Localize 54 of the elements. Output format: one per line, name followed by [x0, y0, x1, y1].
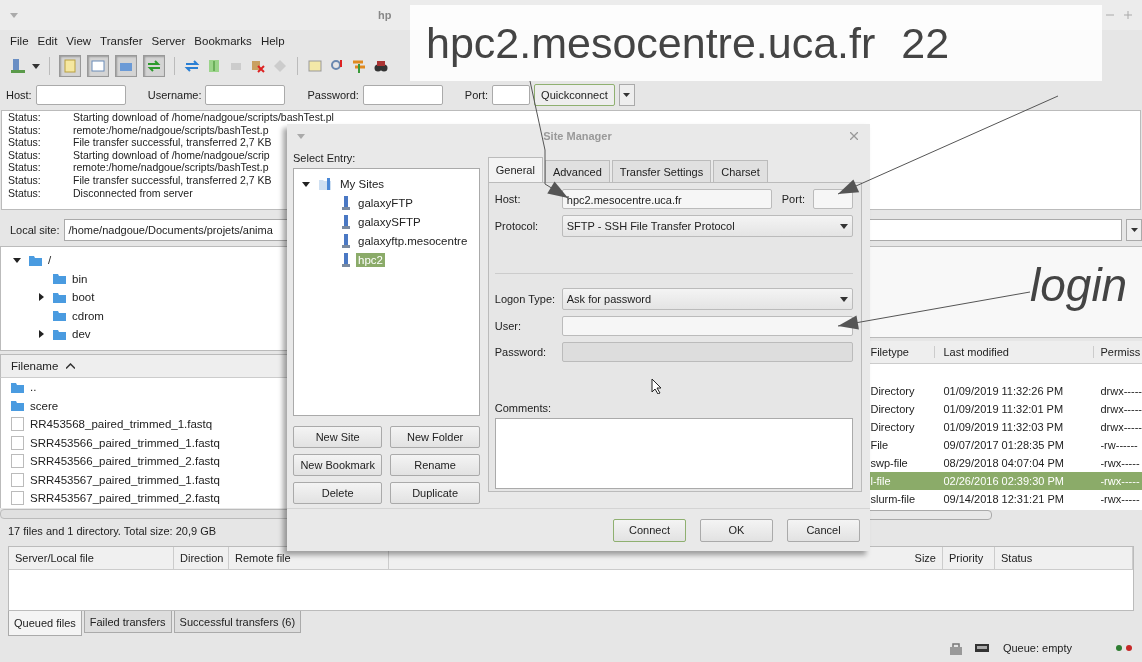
log-message: Starting download of /home/nadgoue/scripts/bashTest.pl: [73, 111, 334, 124]
log-label: Status:: [8, 173, 42, 187]
field-label: Username:: [147, 89, 202, 101]
log-message: File transfer successful, transferred 2,7 KB: [73, 136, 272, 149]
table-cell-text: swp-file: [869, 457, 909, 469]
table-cell-text: drwx-----: [1099, 403, 1142, 415]
field-label: Port:: [781, 193, 805, 206]
table-cell-text: 08/29/2018 04:07:04 PM: [942, 457, 1065, 469]
log-message: File transfer successful, transferred 2,7 KB: [73, 173, 272, 187]
log-message: remote:/home/nadgoue/scripts/bashTest.p: [73, 123, 269, 137]
table-cell-text: 01/09/2019 11:32:03 PM: [942, 421, 1065, 433]
callout-port: 22: [901, 18, 950, 68]
log-message: Starting download of /home/nadgoue/scrip: [73, 148, 270, 162]
field-label: Select Entry:: [293, 152, 357, 164]
field-label: Logon Type:: [494, 293, 557, 306]
table-cell-text: 01/09/2019 11:32:01 PM: [942, 403, 1065, 415]
log-label: Status:: [8, 111, 42, 124]
table-cell-text: Directory: [869, 421, 916, 433]
log-message: remote:/home/nadgoue/scripts/bashTest.p: [73, 161, 269, 174]
table-cell-text: Directory: [869, 403, 916, 415]
local-summary: 17 files and 1 directory. Total size: 20,9 GB: [7, 524, 218, 539]
table-cell-text: -rwx-----: [1099, 475, 1141, 487]
field-label: Port:: [464, 89, 489, 101]
table-cell-text: drwx-----: [1099, 421, 1142, 433]
field-label: Comments:: [494, 402, 552, 415]
field-label: Password:: [307, 89, 359, 101]
table-cell-text: l-file: [869, 475, 892, 487]
queue-status: Queue: empty: [1002, 642, 1072, 654]
table-cell-text: -rw------: [1099, 439, 1139, 451]
log-label: Status:: [8, 161, 42, 174]
table-cell-text: Directory: [869, 385, 916, 397]
table-cell-text: -rwx-----: [1099, 493, 1141, 505]
log-message: Disconnected from server: [73, 186, 193, 200]
table-cell-text: -rwx-----: [1099, 457, 1141, 469]
log-label: Status:: [8, 136, 42, 149]
field-label: Password:: [494, 346, 548, 359]
field-label: User:: [494, 320, 523, 333]
log-label: Status:: [8, 186, 42, 200]
table-cell-text: 01/09/2019 11:32:26 PM: [942, 385, 1065, 397]
field-label: Protocol:: [494, 220, 540, 233]
field-label: Local site:: [10, 224, 60, 236]
table-cell-text: 09/07/2017 01:28:35 PM: [942, 439, 1065, 451]
field-label: Host:: [494, 193, 522, 206]
field-label: Host:: [6, 89, 32, 101]
dialog-title: Site Manager: [542, 130, 613, 142]
table-cell-text: 02/26/2016 02:39:30 PM: [942, 475, 1065, 487]
table-cell-text: 09/14/2018 12:31:21 PM: [942, 493, 1065, 505]
callout-host: hpc2.mesocentre.uca.fr: [426, 18, 876, 68]
window-title: hp: [377, 9, 393, 21]
log-label: Status:: [8, 123, 42, 137]
table-cell-text: slurm-file: [869, 493, 917, 505]
table-cell-text: drwx-----: [1099, 385, 1142, 397]
table-cell-text: File: [869, 439, 890, 451]
log-label: Status:: [8, 148, 42, 162]
